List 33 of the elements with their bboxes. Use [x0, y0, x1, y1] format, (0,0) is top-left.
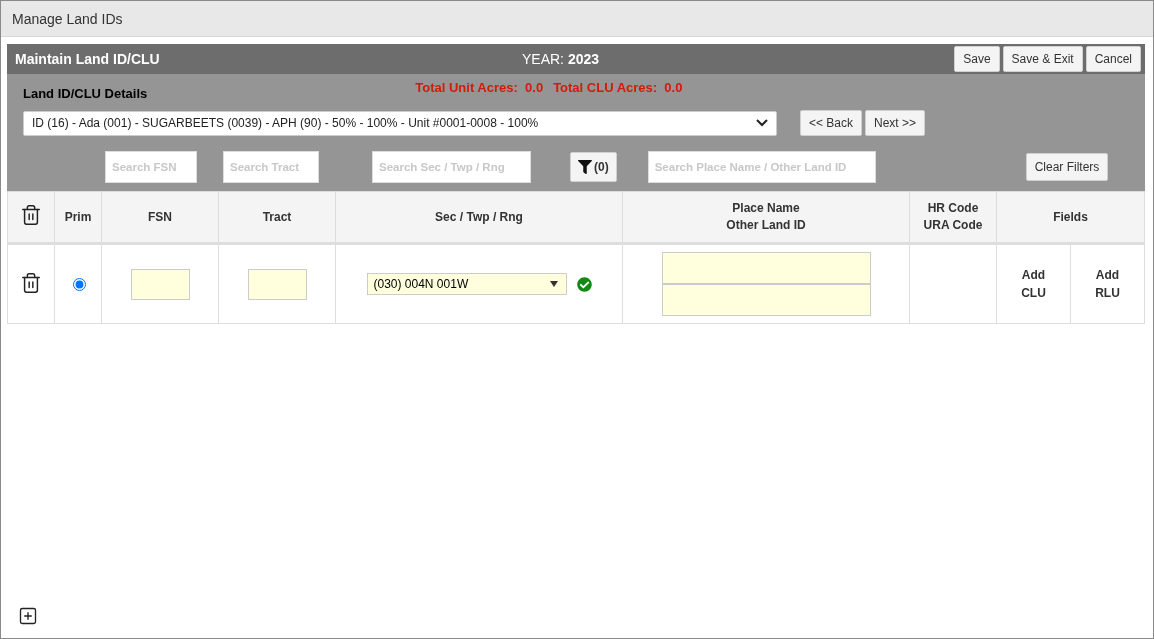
clear-filters-button[interactable]: Clear Filters [1025, 153, 1109, 181]
filter-icon [578, 160, 592, 174]
column-header: Prim [54, 191, 102, 244]
column-header: Fields [996, 191, 1145, 244]
window-title: Manage Land IDs [12, 10, 123, 27]
dropdown-arrow-icon [549, 281, 558, 287]
chevron-icon [756, 119, 768, 127]
header-button[interactable]: Save [954, 46, 1000, 72]
land-id-select[interactable]: ID (16) - Ada (001) - SUGARBEETS (0039) - APH (90) - 50% - 100% - Unit #0001-0008 - 100% [23, 110, 777, 136]
sec-twp-rng-select[interactable]: (030) 004N 001W [366, 273, 567, 295]
header-button[interactable]: Save & Exit [1002, 46, 1083, 72]
next-button[interactable]: Next >> [865, 110, 926, 136]
total-acres: Total Unit Acres: 0.0 [415, 80, 544, 95]
column-header: Tract [218, 191, 336, 244]
tract-field[interactable] [247, 268, 307, 300]
total-acres: Total CLU Acres: 0.0 [553, 80, 683, 95]
column-header: Sec / Twp / Rng [335, 191, 623, 244]
column-header: FSN [101, 191, 219, 244]
place-name-field[interactable] [661, 252, 871, 284]
other-land-id-field[interactable] [661, 284, 871, 316]
details-title: Land ID/CLU Details [23, 86, 148, 101]
add-row-icon[interactable] [18, 606, 38, 626]
primary-radio[interactable] [72, 277, 86, 291]
back-button[interactable]: << Back [800, 110, 863, 136]
delete-row-icon[interactable] [20, 271, 42, 294]
header-button[interactable]: Cancel [1085, 46, 1141, 72]
filter-button[interactable]: (0) [570, 152, 617, 182]
column-header: HR Code URA Code [909, 191, 997, 244]
fsn-field[interactable] [130, 268, 190, 300]
panel-title: Maintain Land ID/CLU [15, 51, 160, 67]
trash-icon[interactable] [20, 203, 42, 226]
year-label: YEAR: 2023 [522, 51, 600, 67]
column-header: Place Name Other Land ID [622, 191, 910, 244]
